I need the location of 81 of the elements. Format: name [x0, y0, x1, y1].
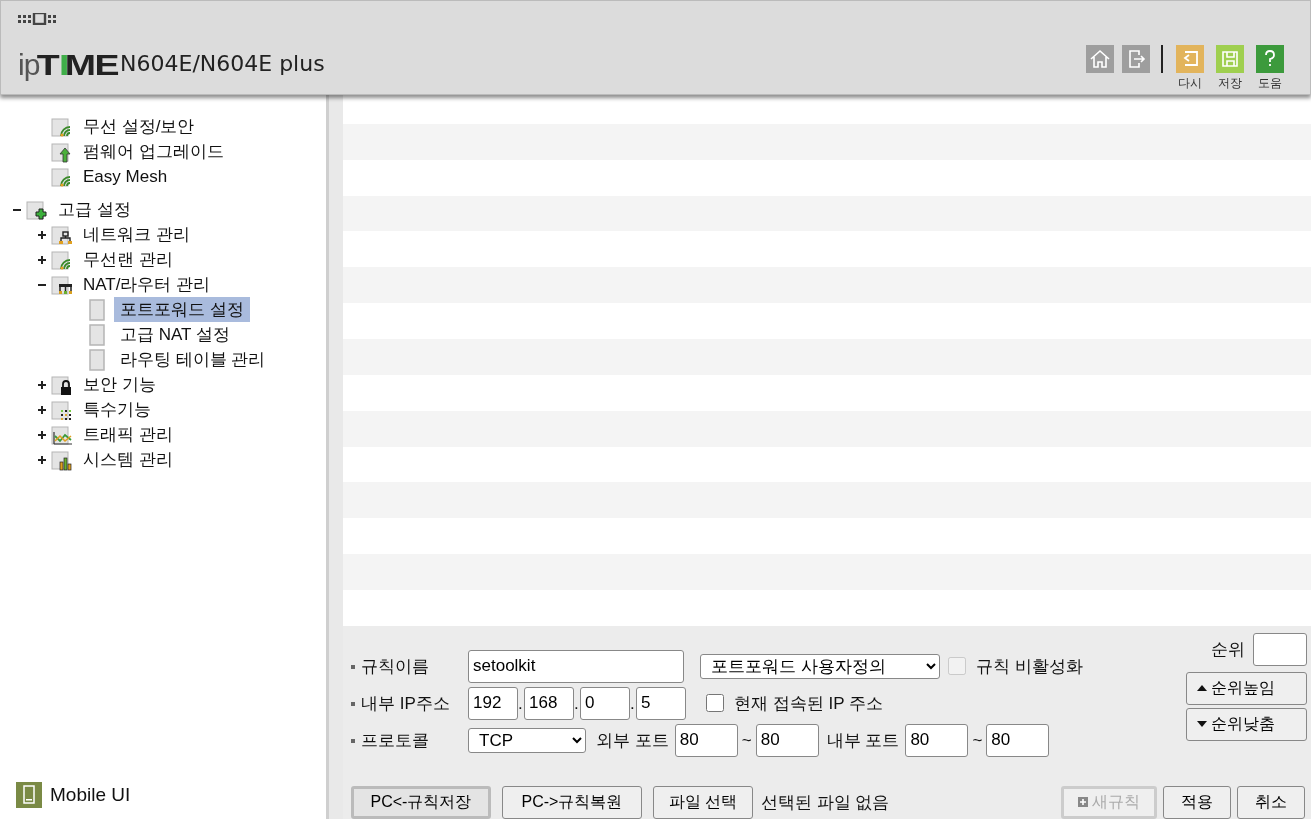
raise-priority-button[interactable]: 순위높임: [1186, 671, 1307, 705]
plus-icon: [37, 380, 47, 391]
restore-button[interactable]: PC->규칙복원: [502, 785, 642, 819]
help-icon: [1256, 45, 1284, 73]
tree-item[interactable]: 펌웨어 업그레이드: [77, 138, 230, 165]
reload-button[interactable]: 다시: [1174, 45, 1206, 91]
tree-item[interactable]: 네트워크 관리: [77, 221, 196, 248]
ip-octet-field[interactable]: 192: [468, 686, 518, 720]
lower-priority-button[interactable]: 순위낮춤: [1186, 707, 1307, 741]
logout-icon: [1122, 45, 1150, 73]
save-icon: [1216, 45, 1244, 73]
home-button[interactable]: [1086, 45, 1114, 73]
tree-item[interactable]: 특수기능: [77, 396, 157, 423]
dot-separator: .: [630, 692, 636, 715]
home-icon: [1086, 45, 1114, 73]
port-label: 외부 포트: [596, 729, 669, 752]
wifi-folder-icon: [51, 248, 73, 271]
checkbox[interactable]: [706, 694, 724, 713]
port-field[interactable]: 80: [674, 723, 738, 757]
priority-label: 순위: [1211, 638, 1245, 661]
lock-folder-icon: [51, 373, 73, 396]
tree-item[interactable]: 고급 설정: [52, 196, 137, 223]
dot-separator: .: [518, 692, 524, 715]
network-folder-icon: [51, 223, 73, 246]
range-separator: ~: [741, 729, 752, 752]
tree-item[interactable]: 트래픽 관리: [77, 421, 179, 448]
model-name: N604E/N604E plus: [120, 50, 325, 78]
upload-arrow-icon: [51, 140, 73, 163]
protocol-dropdown[interactable]: TCP: [468, 727, 586, 753]
port-field[interactable]: 80: [986, 723, 1050, 757]
port-label: 내부 포트: [826, 729, 900, 752]
checkbox-label: 규칙 비활성화: [976, 655, 1083, 678]
mobile-icon: [16, 781, 42, 808]
range-separator: ~: [972, 729, 983, 752]
tree-item[interactable]: 라우팅 테이블 관리: [114, 346, 272, 373]
tree-item[interactable]: 보안 기능: [77, 371, 162, 398]
wifi-folder-icon: [51, 115, 73, 138]
apply-button[interactable]: 적용: [1163, 785, 1231, 819]
field-label: 규칙이름: [351, 653, 468, 680]
tree-item[interactable]: 무선 설정/보안: [77, 113, 201, 140]
plus-icon: [37, 405, 47, 416]
tree-item[interactable]: 시스템 관리: [77, 446, 179, 473]
plus-icon: [37, 430, 47, 441]
ip-octet-field[interactable]: 0: [580, 686, 630, 720]
wifi-folder-icon: [51, 165, 73, 188]
port-field[interactable]: 80: [755, 723, 819, 757]
plus-icon: [37, 455, 47, 466]
plus-icon: [1078, 797, 1088, 808]
brand-logo: ipTIME: [18, 50, 117, 80]
help-button[interactable]: 도움: [1254, 45, 1286, 91]
plus-icon: [37, 230, 47, 241]
checkbox-label: 현재 접속된 IP 주소: [734, 692, 883, 715]
bar-chart-folder-icon: [51, 448, 73, 471]
field-label: 내부 IP주소: [351, 690, 468, 717]
router-folder-icon: [51, 273, 73, 296]
rule-name-field[interactable]: setoolkit: [468, 649, 684, 683]
line-chart-folder-icon: [51, 423, 73, 446]
field-label: 프로토콜: [351, 727, 468, 754]
plus-folder-icon: [26, 198, 48, 221]
tree-item[interactable]: Easy Mesh: [77, 163, 174, 190]
dot-separator: .: [574, 692, 580, 715]
tree-item[interactable]: 무선랜 관리: [77, 246, 179, 273]
tree-item[interactable]: NAT/라우터 관리: [77, 271, 217, 298]
tree-item[interactable]: 고급 NAT 설정: [114, 321, 236, 348]
priority-field[interactable]: [1253, 632, 1307, 666]
port-field[interactable]: 80: [905, 723, 969, 757]
file-status: 선택된 파일 없음: [761, 791, 890, 814]
grid-folder-icon: [51, 398, 73, 421]
plus-icon: [37, 255, 47, 266]
ip-octet-field[interactable]: 168: [524, 686, 574, 720]
file-select-button[interactable]: 파일 선택: [653, 785, 753, 819]
rule-type-dropdown[interactable]: 포트포워드 사용자정의: [700, 653, 940, 679]
save-button[interactable]: 저장: [1214, 45, 1246, 91]
tree-item[interactable]: 포트포워드 설정: [114, 296, 250, 323]
ip-octet-field[interactable]: 5: [636, 686, 686, 720]
cancel-button[interactable]: 취소: [1237, 785, 1305, 819]
up-triangle-icon: [1197, 684, 1207, 693]
down-triangle-icon: [1197, 720, 1207, 729]
mobile-ui-link[interactable]: Mobile UI: [16, 780, 131, 809]
grid-logo-icon: [18, 13, 56, 25]
backup-button[interactable]: PC<-규칙저장: [351, 785, 491, 819]
